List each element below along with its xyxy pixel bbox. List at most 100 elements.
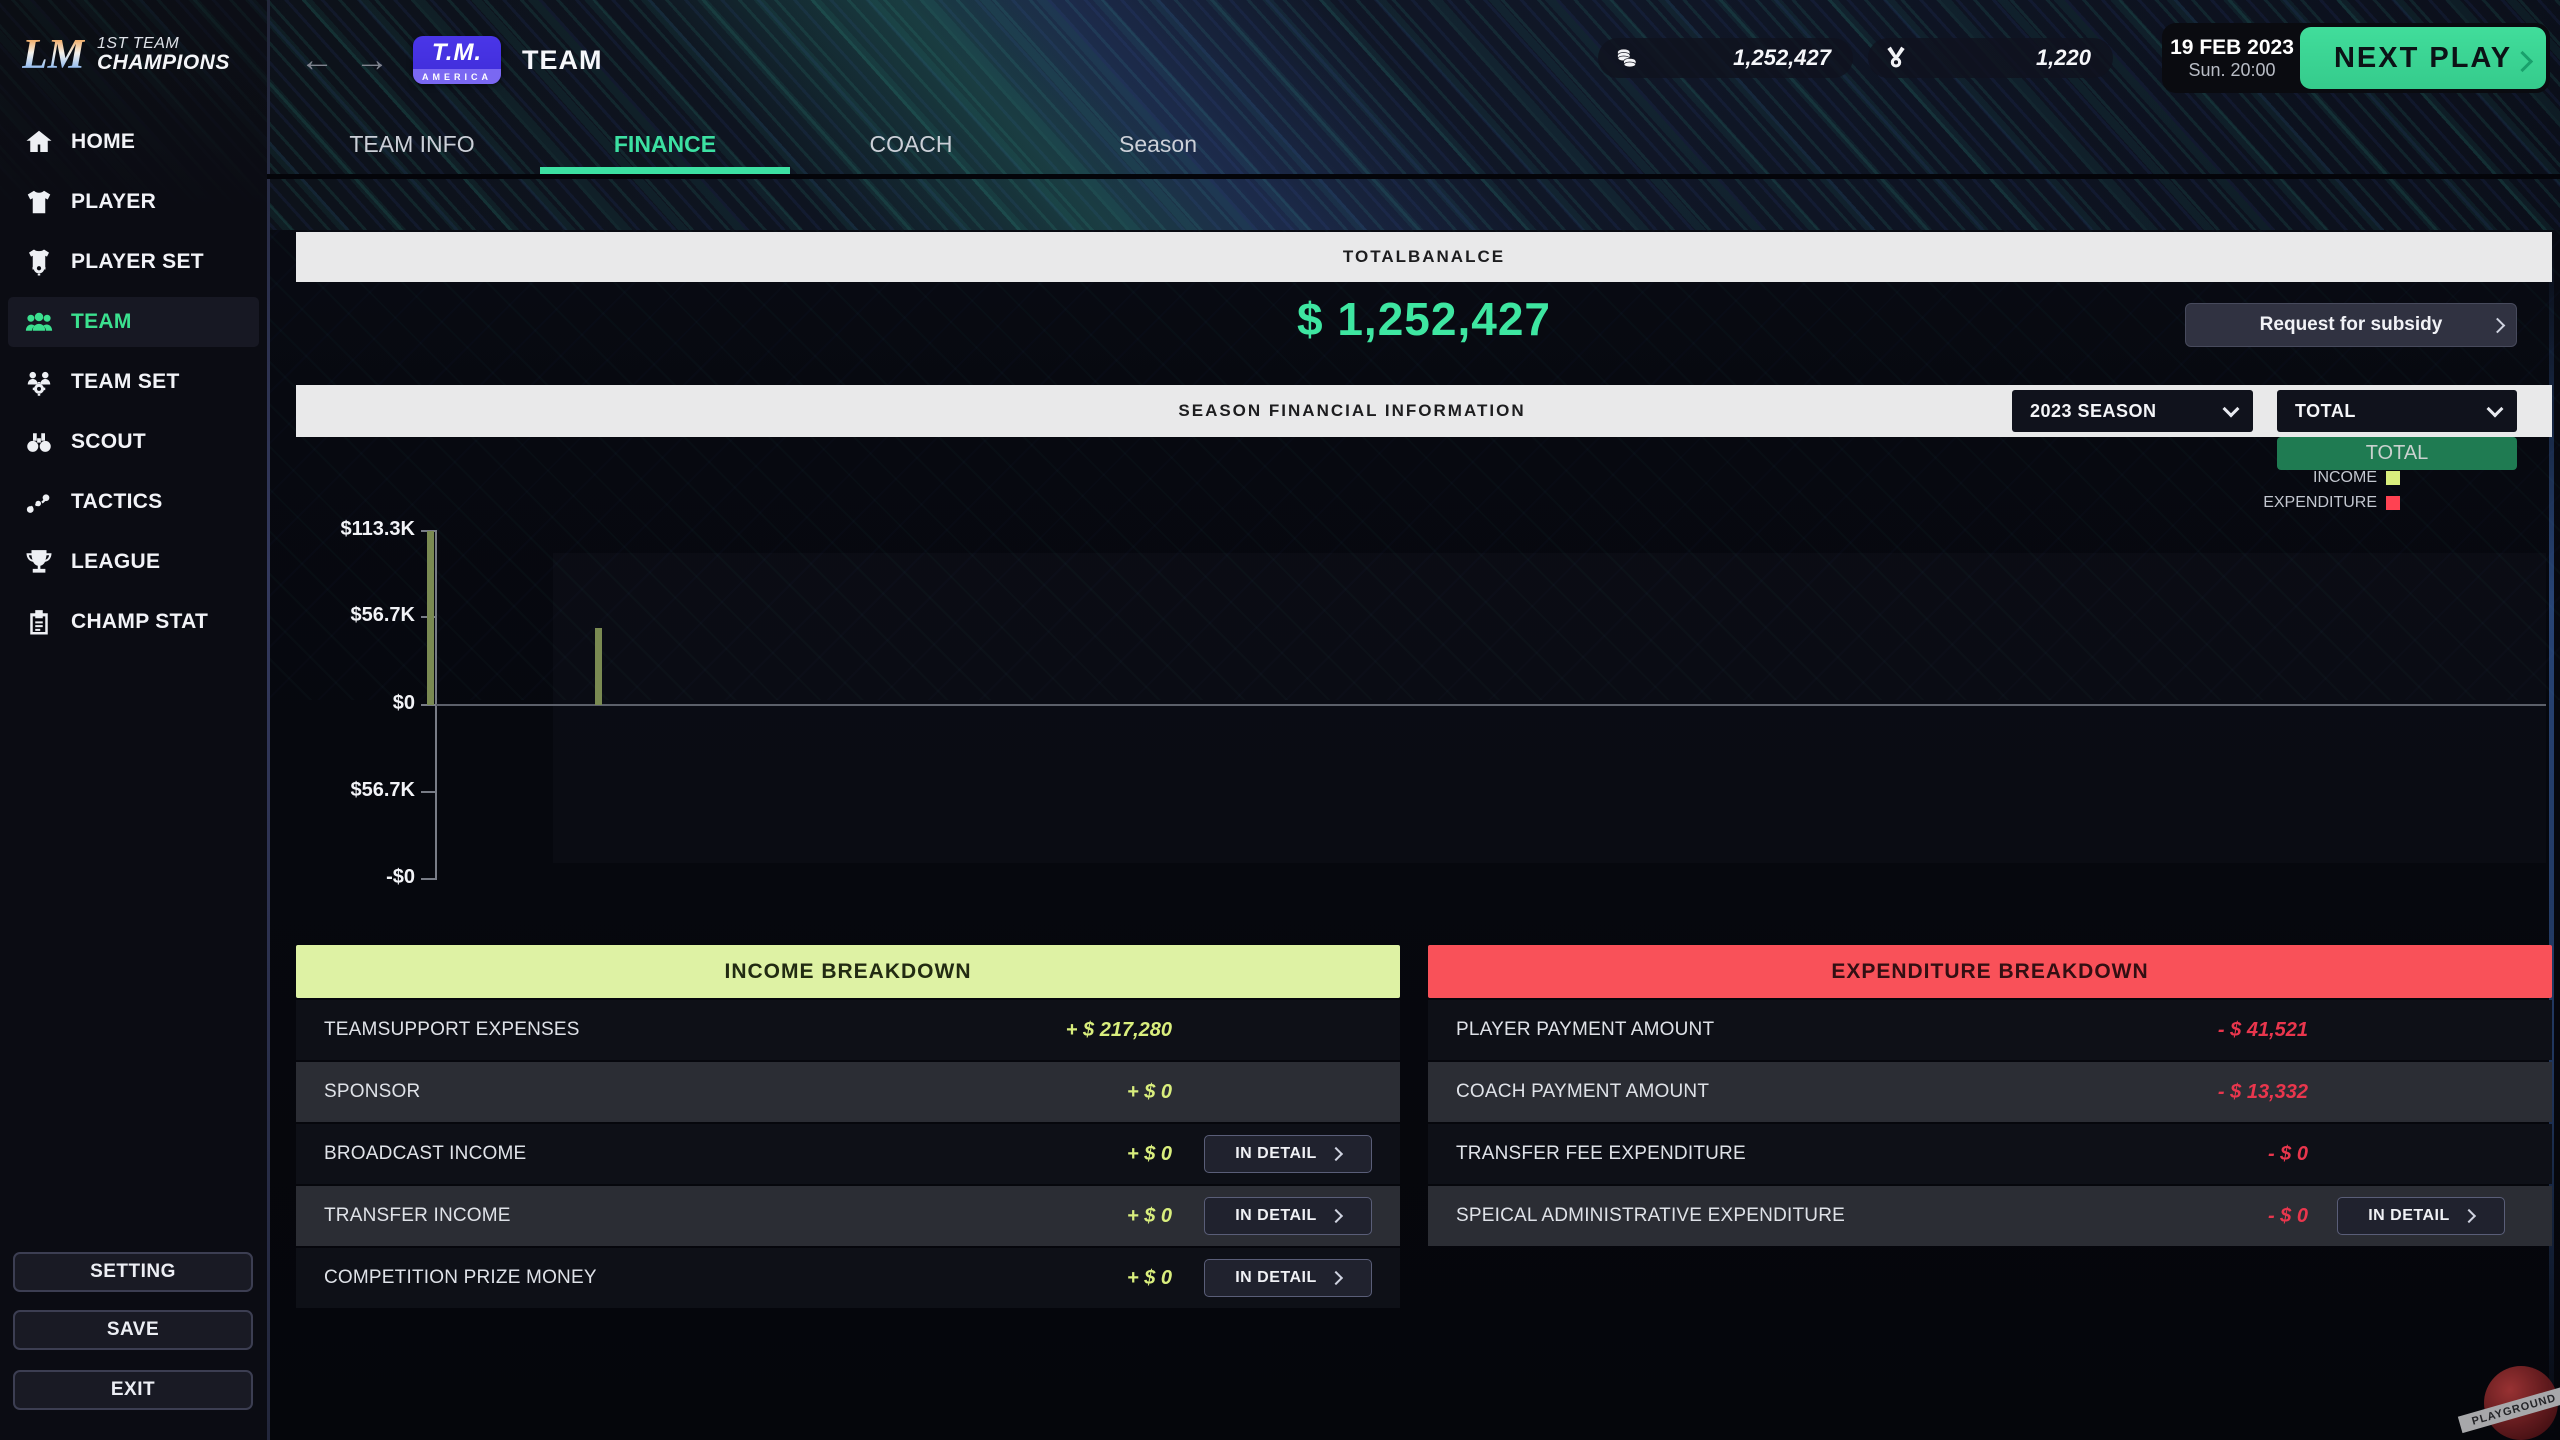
sidebar-item-label: TACTICS [71, 490, 163, 514]
legend-expenditure: EXPENDITURE [1900, 492, 2400, 514]
in-detail-button[interactable]: IN DETAIL [1204, 1259, 1372, 1297]
team-icon [24, 307, 54, 337]
tab-label: TEAM INFO [349, 131, 474, 157]
sidebar-item-scout[interactable]: SCOUT [8, 417, 259, 467]
tab-divider [267, 174, 2560, 179]
legend-expenditure-label: EXPENDITURE [2263, 494, 2377, 512]
table-row: TEAMSUPPORT EXPENSES + $ 217,280 [296, 1000, 1400, 1060]
logo-line1: 1ST TEAM [97, 36, 230, 53]
table-row: TRANSFER INCOME + $ 0 IN DETAIL [296, 1186, 1400, 1246]
request-subsidy-button[interactable]: Request for subsidy [2185, 303, 2517, 347]
table-row: COMPETITION PRIZE MONEY + $ 0 IN DETAIL [296, 1248, 1400, 1308]
row-value: + $ 217,280 [1022, 1019, 1172, 1042]
row-value: - $ 41,521 [2158, 1019, 2308, 1042]
sidebar-item-home[interactable]: HOME [8, 117, 259, 167]
filter-dropdown[interactable]: TOTAL [2277, 390, 2517, 432]
row-label: SPEICAL ADMINISTRATIVE EXPENDITURE [1428, 1205, 2158, 1227]
row-label: BROADCAST INCOME [296, 1143, 1022, 1165]
team-badge: T.M. AMERICA [413, 36, 501, 84]
save-button-label: SAVE [107, 1319, 159, 1341]
row-value: - $ 13,332 [2158, 1081, 2308, 1104]
in-detail-button[interactable]: IN DETAIL [1204, 1197, 1372, 1235]
page-title: TEAM [522, 45, 603, 76]
total-balance-header: TOTALBANALCE [296, 232, 2552, 282]
binoculars-icon [24, 427, 54, 457]
y-axis-tick-label: $56.7K [305, 604, 415, 627]
tab-coach[interactable]: COACH [811, 131, 1011, 158]
exit-button[interactable]: EXIT [13, 1370, 253, 1410]
income-breakdown-table: INCOME BREAKDOWN TEAMSUPPORT EXPENSES + … [296, 945, 1400, 1310]
row-label: COACH PAYMENT AMOUNT [1428, 1081, 2158, 1103]
tab-finance[interactable]: FINANCE [565, 131, 765, 158]
chevron-right-icon [1329, 1209, 1343, 1223]
medal-currency-pill[interactable]: 1,220 [1868, 38, 2113, 78]
expenditure-color-swatch [2386, 496, 2400, 510]
app-logo: LM 1ST TEAM CHAMPIONS [22, 34, 230, 76]
save-button[interactable]: SAVE [13, 1310, 253, 1350]
sidebar-item-tactics[interactable]: TACTICS [8, 477, 259, 527]
date-next-play-group: 19 FEB 2023 Sun. 20:00 NEXT PLAY [2162, 23, 2550, 93]
sidebar-item-champ-stat[interactable]: CHAMP STAT [8, 597, 259, 647]
tab-label: COACH [869, 131, 952, 157]
chevron-down-icon [2487, 401, 2504, 418]
chevron-right-icon [2490, 318, 2506, 334]
total-balance-header-label: TOTALBANALCE [1343, 247, 1505, 267]
logo-line2: CHAMPIONS [97, 52, 230, 74]
zero-baseline [436, 704, 2546, 706]
in-detail-label: IN DETAIL [1235, 1145, 1317, 1163]
next-play-button[interactable]: NEXT PLAY [2300, 27, 2546, 89]
row-value: + $ 0 [1022, 1205, 1172, 1228]
sidebar-item-team[interactable]: TEAM [8, 297, 259, 347]
in-detail-label: IN DETAIL [2368, 1207, 2450, 1225]
coins-icon [1614, 45, 1640, 71]
medal-value: 1,220 [1908, 45, 2091, 71]
app-window: LM 1ST TEAM CHAMPIONS HOME PLAYER PLAYER… [0, 0, 2560, 1440]
row-label: TRANSFER FEE EXPENDITURE [1428, 1143, 2158, 1165]
forward-arrow-icon[interactable]: → [355, 40, 389, 80]
team-gear-icon [24, 367, 54, 397]
tab-season[interactable]: Season [1058, 131, 1258, 158]
y-axis-tick [421, 878, 436, 880]
in-detail-button[interactable]: IN DETAIL [2337, 1197, 2505, 1235]
income-header-label: INCOME BREAKDOWN [725, 960, 972, 984]
in-detail-button[interactable]: IN DETAIL [1204, 1135, 1372, 1173]
active-tab-underline [540, 167, 790, 174]
row-value: - $ 0 [2158, 1143, 2308, 1166]
sidebar-item-player-set[interactable]: PLAYER SET [8, 237, 259, 287]
sidebar-item-player[interactable]: PLAYER [8, 177, 259, 227]
sidebar-nav: HOME PLAYER PLAYER SET TEAM TEAM SET SCO… [8, 117, 259, 657]
sidebar-item-league[interactable]: LEAGUE [8, 537, 259, 587]
next-play-label: NEXT PLAY [2334, 42, 2512, 75]
team-badge-abbr: T.M. [413, 36, 501, 69]
row-value: + $ 0 [1022, 1267, 1172, 1290]
playground-watermark: PLAYGROUND [2470, 1360, 2560, 1440]
back-arrow-icon[interactable]: ← [300, 40, 334, 80]
season-dropdown[interactable]: 2023 SEASON [2012, 390, 2253, 432]
request-subsidy-label: Request for subsidy [2260, 314, 2443, 336]
setting-button-label: SETTING [90, 1261, 176, 1283]
y-axis-tick [421, 791, 436, 793]
table-row: PLAYER PAYMENT AMOUNT - $ 41,521 [1428, 1000, 2552, 1060]
row-value: + $ 0 [1022, 1143, 1172, 1166]
table-row: BROADCAST INCOME + $ 0 IN DETAIL [296, 1124, 1400, 1184]
exit-button-label: EXIT [111, 1379, 155, 1401]
table-row: COACH PAYMENT AMOUNT - $ 13,332 [1428, 1062, 2552, 1122]
chevron-down-icon [2223, 401, 2240, 418]
chevron-right-icon [2462, 1209, 2476, 1223]
tab-label: Season [1119, 131, 1197, 157]
tab-team-info[interactable]: TEAM INFO [312, 131, 512, 158]
chart-bar-1 [427, 531, 434, 705]
filter-dropdown-option-total[interactable]: TOTAL [2277, 437, 2517, 470]
jersey-icon [24, 187, 54, 217]
tab-label: FINANCE [614, 131, 716, 157]
sidebar: LM 1ST TEAM CHAMPIONS HOME PLAYER PLAYER… [0, 0, 267, 1440]
time-text: Sun. 20:00 [2188, 60, 2275, 82]
chart-bar-2 [595, 628, 602, 705]
y-axis-tick-label: $0 [305, 692, 415, 715]
money-currency-pill[interactable]: 1,252,427 [1598, 38, 1853, 78]
y-axis-tick-label: $56.7K [305, 779, 415, 802]
sidebar-item-team-set[interactable]: TEAM SET [8, 357, 259, 407]
setting-button[interactable]: SETTING [13, 1252, 253, 1292]
chevron-right-icon [1329, 1147, 1343, 1161]
sidebar-item-label: TEAM [71, 310, 132, 334]
